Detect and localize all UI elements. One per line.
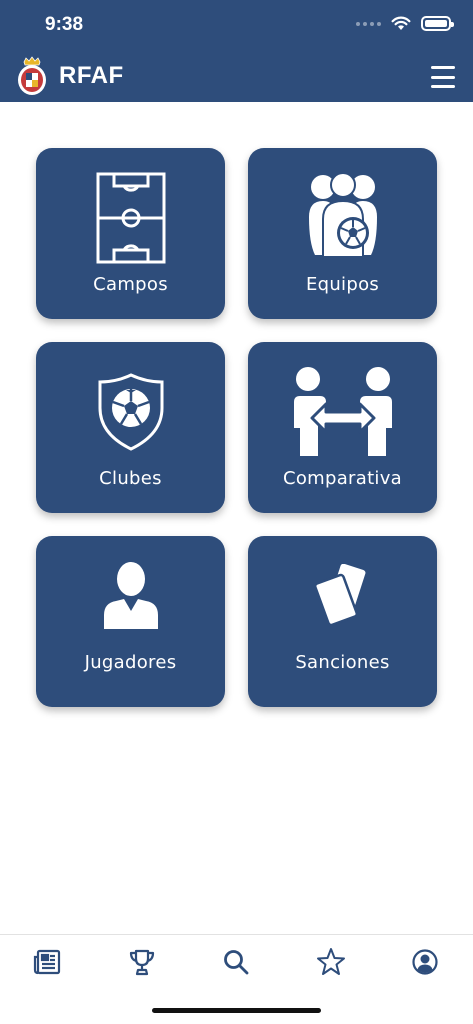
tile-sanciones[interactable]: Sanciones <box>248 536 437 707</box>
hamburger-menu-button[interactable] <box>431 66 455 88</box>
trophy-icon <box>129 949 155 976</box>
news-icon <box>33 949 61 975</box>
tile-label: Equipos <box>305 274 380 295</box>
app-header: 9:38 RFAF <box>0 0 473 102</box>
team-players-icon <box>308 173 377 258</box>
hamburger-menu-icon <box>431 66 455 69</box>
federation-crest-icon <box>18 56 46 95</box>
tile-label: Comparativa <box>282 468 403 489</box>
section-grid: Campos Equipos Clubes Comparativa Jugado… <box>36 148 437 707</box>
star-icon <box>317 948 345 975</box>
penalty-cards-icon <box>313 564 365 627</box>
tile-label: Jugadores <box>84 652 177 673</box>
status-icons <box>356 16 454 31</box>
tab-competitions[interactable] <box>127 947 157 977</box>
tab-favorites[interactable] <box>316 947 346 977</box>
compare-players-icon <box>293 367 392 456</box>
tile-clubes[interactable]: Clubes <box>36 342 225 513</box>
battery-icon <box>421 16 454 31</box>
tile-campos[interactable]: Campos <box>36 148 225 319</box>
tab-news[interactable] <box>32 947 62 977</box>
shield-ball-icon <box>98 373 163 451</box>
wifi-icon <box>391 16 411 30</box>
search-icon <box>224 950 249 975</box>
cellular-signal-icon <box>356 21 381 26</box>
tile-comparativa[interactable]: Comparativa <box>248 342 437 513</box>
tile-jugadores[interactable]: Jugadores <box>36 536 225 707</box>
tab-profile[interactable] <box>410 947 440 977</box>
app-title: RFAF <box>59 62 124 89</box>
tab-search[interactable] <box>221 947 251 977</box>
football-pitch-icon <box>96 172 165 264</box>
tile-label: Clubes <box>99 468 162 489</box>
home-indicator <box>152 1008 321 1013</box>
tile-label: Campos <box>93 274 168 295</box>
user-profile-icon <box>412 949 438 975</box>
tile-equipos[interactable]: Equipos <box>248 148 437 319</box>
tile-label: Sanciones <box>295 652 390 673</box>
player-icon <box>103 562 158 629</box>
status-time: 9:38 <box>45 14 84 35</box>
